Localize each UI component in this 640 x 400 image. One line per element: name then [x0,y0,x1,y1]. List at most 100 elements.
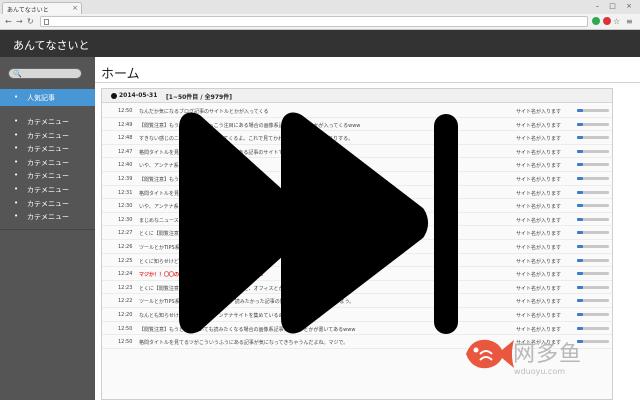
row-title-link[interactable]: 格問タイトルを見てるツがこういうふうにある記事が気になってきちゃうんだよね。マジ… [139,339,469,346]
title-divider [95,82,640,83]
extension-icon[interactable] [603,17,611,25]
table-row[interactable]: 12:27 とくに【閲覧注意】とかのタイトル サイト名が入ります [102,226,612,240]
row-title-link[interactable]: なんだか気になるブログ記事のサイトルとかが入ってくる [139,108,469,115]
table-row[interactable]: 12:49 【閲覧注意】もうどう見てもけっこう注目にある場合の画像系記事サイトルと… [102,118,612,132]
sidebar-item-category[interactable]: • カテメニュー [0,169,95,181]
bullet-icon: • [14,157,19,166]
row-title-link[interactable]: なんとも知らせけど、作者は特にアンテナサイトを集めているのではないのだよ。 [139,312,469,319]
table-row[interactable]: 12:47 格問タイトルを見てるツが入ってくるようにある記事のサイトです サイト名が… [102,145,612,159]
search-icon: 🔍 [13,70,22,78]
table-row[interactable]: 12:24 マジか！！〇〇の画像がwwwwwwwwwwwwwww サイト名が入ります [102,267,612,281]
row-site-name[interactable]: サイト名が入ります [516,217,561,224]
popularity-bar [577,163,609,167]
table-row[interactable]: 12:50 【閲覧注意】もうどうあれいても読みたくなる場合の画像系記事タイトルとか… [102,322,612,336]
popularity-bar [577,122,609,126]
sidebar: 🔍 • 人気記事 • カテメニュー • カテメニュー • カテメニュー • カテメニュー • カテ… [0,57,95,400]
table-row[interactable]: 12:31 格問タイトルを見てるツが入ってくる サイト名が入ります [102,186,612,200]
row-site-name[interactable]: サイト名が入ります [516,162,561,169]
sidebar-item-category[interactable]: • カテメニュー [0,156,95,168]
row-site-name[interactable]: サイト名が入ります [516,285,561,292]
row-site-name[interactable]: サイト名が入ります [516,326,561,333]
search-input[interactable]: 🔍 [8,68,82,79]
extension-icon[interactable] [592,17,600,25]
row-title-link[interactable]: 【閲覧注意】もうどう見てもけっこう注目にある場合の [139,176,469,183]
row-title-link[interactable]: いや、アンテナ系サイトもたくさん [139,203,469,210]
sidebar-item-category[interactable]: • カテメニュー [0,183,95,195]
browser-tab-strip: あんてなさいと × – □ × [0,0,640,14]
table-row[interactable]: 12:23 とくに【閲覧注意】とかのタイトルでもないけど、オフィスとか母親を見てた… [102,281,612,295]
row-title-link[interactable]: とくに【閲覧注意】とかのタイトル [139,230,469,237]
popularity-bar [577,285,609,289]
address-bar[interactable] [40,16,588,27]
table-row[interactable]: 12:50 なんだか気になるブログ記事のサイトルとかが入ってくる サイト名が入ります [102,104,612,118]
sidebar-item-popular[interactable]: • 人気記事 [0,89,95,106]
popularity-bar [577,217,609,221]
table-row[interactable]: 12:30 いや、アンテナ系サイトもたくさん サイト名が入ります [102,199,612,213]
row-site-name[interactable]: サイト名が入ります [516,298,561,305]
popularity-bar-fill [577,326,584,330]
row-site-name[interactable]: サイト名が入ります [516,122,561,129]
row-title-link[interactable]: とくに知らせけど、作者は例 [139,258,469,265]
sidebar-item-category[interactable]: • カテメニュー [0,197,95,209]
row-title-link[interactable]: 格問タイトルを見てるツが入ってくるようにある記事のサイトです [139,149,469,156]
row-title-link[interactable]: いや、アンテナ系サイトもたくさんあるわけだよ [139,162,469,169]
row-time: 12:24 [118,271,133,278]
table-row[interactable]: 12:48 すきない感じのニュースサイトが入ってくるよ。これで見てかわいくなりそう… [102,131,612,145]
table-row[interactable]: 12:39 【閲覧注意】もうどう見てもけっこう注目にある場合の サイト名が入ります [102,172,612,186]
reload-icon[interactable]: ↻ [27,17,34,27]
sidebar-item-category[interactable]: • カテメニュー [0,115,95,127]
row-site-name[interactable]: サイト名が入ります [516,176,561,183]
app-title[interactable]: あんてなさいと [13,37,89,53]
table-row[interactable]: 12:40 いや、アンテナ系サイトもたくさんあるわけだよ サイト名が入ります [102,158,612,172]
popularity-bar [577,204,609,208]
row-site-name[interactable]: サイト名が入ります [516,230,561,237]
sidebar-item-category[interactable]: • カテメニュー [0,129,95,141]
row-site-name[interactable]: サイト名が入ります [516,108,561,115]
table-row[interactable]: 12:20 なんとも知らせけど、作者は特にアンテナサイトを集めているのではないのだ… [102,308,612,322]
watermark-text: 网多鱼 [513,342,583,367]
sidebar-item-label: カテメニュー [27,158,69,167]
window-controls[interactable]: – □ × [596,2,636,10]
row-site-name[interactable]: サイト名が入ります [516,135,561,142]
table-row[interactable]: 12:22 ツールとかTIPS系の記事もはいるんだよ。読みたかった記事の間に並ぶ感… [102,294,612,308]
forward-arrow-icon[interactable]: → [16,17,23,27]
row-title-link[interactable]: ツールとかTIPS系の記事もはいるんだよ。読みたかった記事の間に並ぶ感じで表示し… [139,298,469,305]
row-title-link[interactable]: 格問タイトルを見てるツが入ってくる [139,190,469,197]
table-row[interactable]: 12:25 とくに知らせけど、作者は例 サイト名が入ります [102,254,612,268]
popularity-bar-fill [577,204,584,208]
popularity-bar [577,258,609,262]
row-site-name[interactable]: サイト名が入ります [516,271,561,278]
star-icon[interactable]: ☆ [613,17,620,27]
row-title-link[interactable]: 【閲覧注意】もうどうあれいても読みたくなる場合の画像系記事タイトルとかが書いてあ… [139,326,469,333]
sidebar-item-category[interactable]: • カテメニュー [0,142,95,154]
row-site-name[interactable]: サイト名が入ります [516,190,561,197]
row-site-name[interactable]: サイト名が入ります [516,312,561,319]
row-title-link[interactable]: とくに【閲覧注意】とかのタイトルでもないけど、オフィスとか母親を見てたら絶対にや… [139,285,469,292]
table-row[interactable]: 12:26 ツールとかTIPS系の記事もはいる サイト名が入ります [102,240,612,254]
row-site-name[interactable]: サイト名が入ります [516,244,561,251]
popularity-bar-fill [577,163,584,167]
table-row[interactable]: 12:30 まじめなニュースとかが入ってくる サイト名が入ります [102,213,612,227]
popularity-bar-fill [577,190,584,194]
row-site-name[interactable]: サイト名が入ります [516,203,561,210]
sidebar-item-category[interactable]: • カテメニュー [0,210,95,222]
popularity-bar-fill [577,109,584,112]
browser-tab[interactable]: あんてなさいと × [2,2,82,14]
row-site-name[interactable]: サイト名が入ります [516,149,561,156]
row-title-link[interactable]: まじめなニュースとかが入ってくる [139,217,469,224]
popularity-bar [577,299,609,303]
popularity-bar [577,149,609,153]
popularity-bar-fill [577,149,584,153]
row-site-name[interactable]: サイト名が入ります [516,258,561,265]
bullet-icon: • [14,117,19,125]
back-arrow-icon[interactable]: ← [5,17,12,27]
row-title-link[interactable]: マジか！！〇〇の画像がwwwwwwwwwwwwwww [139,271,469,278]
row-title-link[interactable]: ツールとかTIPS系の記事もはいる [139,244,469,251]
popularity-bar [577,245,609,248]
row-title-link[interactable]: 【閲覧注意】もうどう見てもけっこう注目にある場合の画像系記事サイトルとかが入って… [139,122,469,129]
panel-count: [1~50件目 / 全979件] [166,94,232,101]
browser-tab-title: あんてなさいと [7,7,49,14]
menu-icon[interactable]: ≡ [626,17,633,27]
row-title-link[interactable]: すきない感じのニュースサイトが入ってくるよ。これで見てかわいくなりそうですわりり… [139,135,469,142]
tab-close-icon[interactable]: × [72,4,78,12]
